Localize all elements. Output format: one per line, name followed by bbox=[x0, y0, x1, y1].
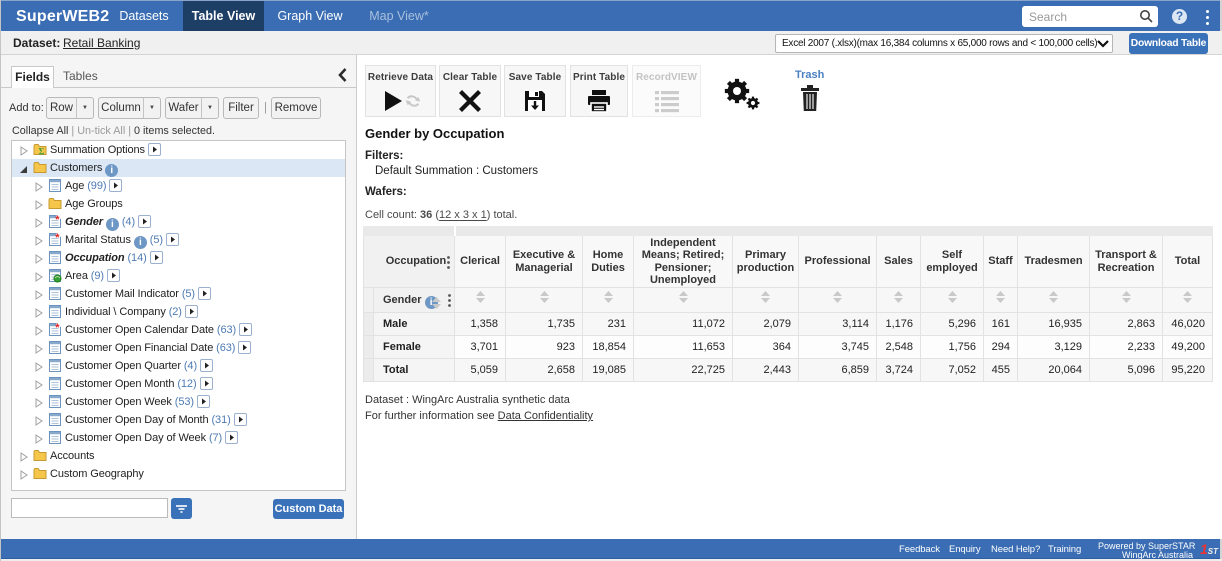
svg-text:Σ: Σ bbox=[39, 147, 45, 157]
